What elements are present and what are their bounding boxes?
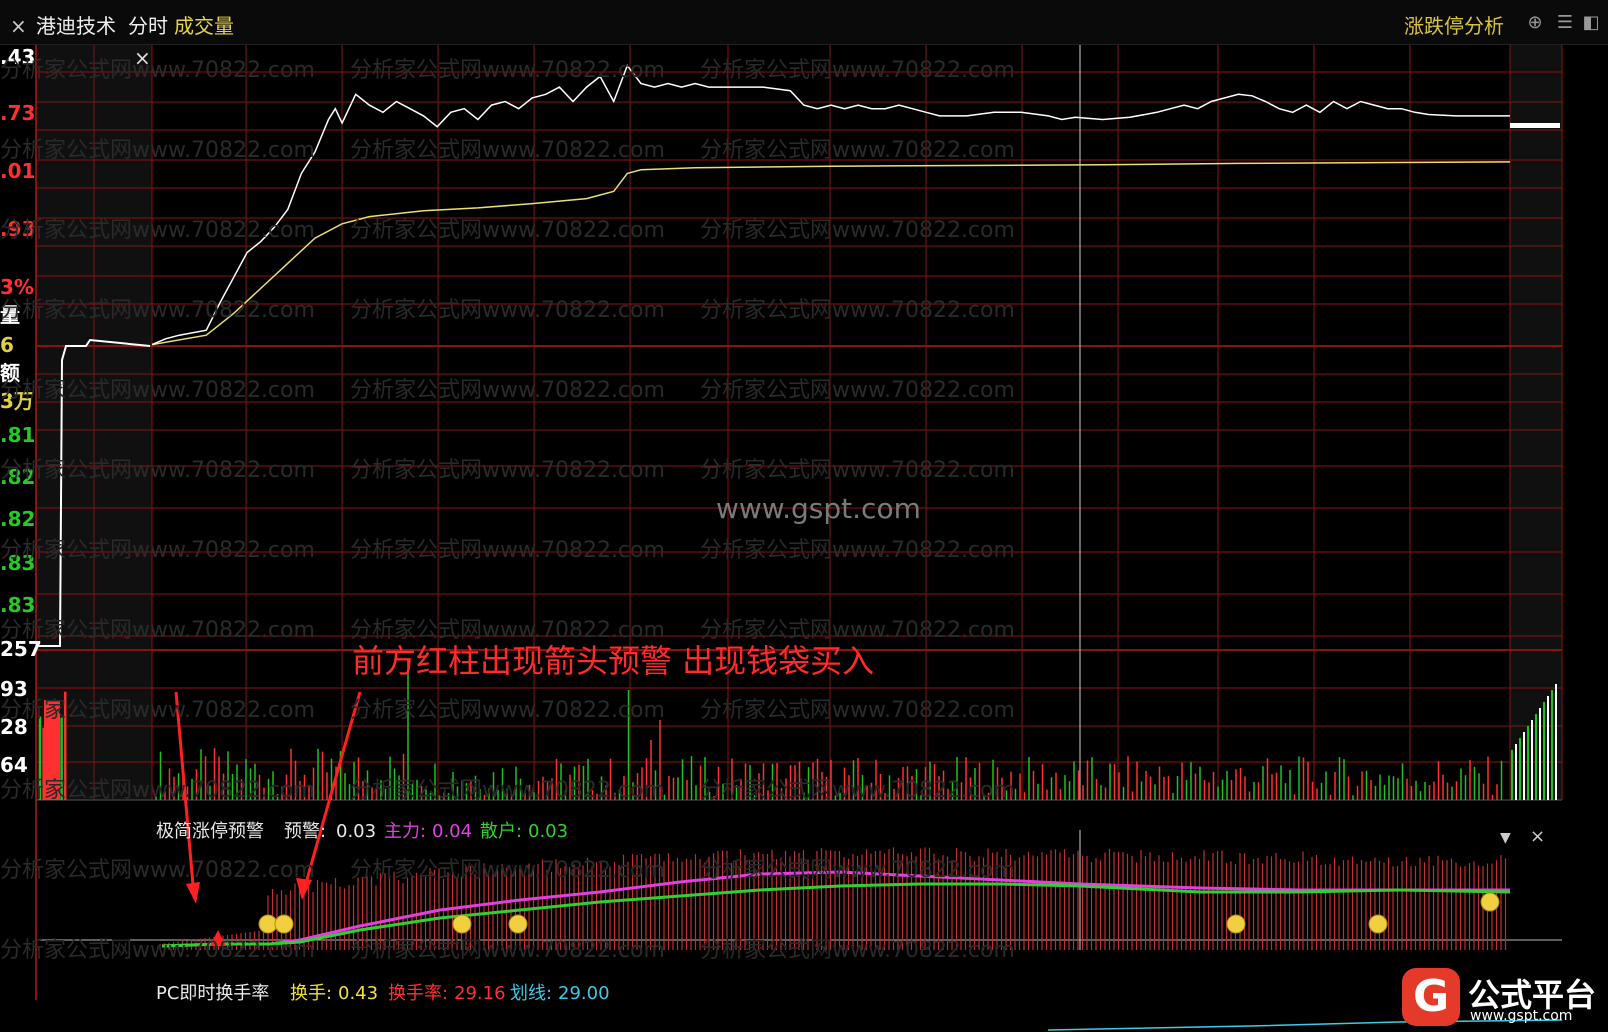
indicator2-line-value: 29.00 (558, 983, 610, 1004)
premarket-volume-block (44, 700, 60, 800)
indicator1-warn-value: 0.03 (336, 821, 377, 842)
axis-label-11: .82 (0, 507, 36, 531)
money-bag-icon-6 (1480, 892, 1500, 912)
indicator2-turnover-label: 换手: (290, 983, 333, 1004)
annotation-arrow-right (302, 691, 362, 891)
indicator1-retail-value: 0.03 (528, 821, 569, 842)
axis-label-17: 64 (0, 753, 28, 777)
axis-label-4: 3% (0, 275, 34, 299)
axis-label-16: 28 (0, 715, 28, 739)
money-bag-icon-0 (258, 914, 278, 934)
axis-label-15: 93 (0, 677, 28, 701)
close-indicator-button[interactable]: × (1530, 826, 1545, 847)
indicator2-turnover-value: 0.43 (338, 983, 379, 1004)
annotation-text: 前方红柱出现箭头预警 出现钱袋买入 (352, 642, 875, 680)
axis-label-7: 额 (0, 361, 20, 385)
stock-name: 港迪技术 (36, 14, 116, 38)
menu-icon[interactable]: ☰ (1554, 12, 1576, 34)
annotation-arrowhead-left (186, 882, 200, 904)
axis-label-5: 量 (0, 303, 20, 327)
axis-label-9: .81 (0, 423, 36, 447)
axis-label-6: 6 (0, 333, 14, 357)
limit-analysis-link[interactable]: 涨跌停分析 (1404, 14, 1504, 38)
upload-icon[interactable]: ⊕ (1524, 12, 1546, 34)
price-line (151, 64, 1510, 346)
center-watermark: www.gspt.com (716, 492, 921, 525)
close-overlay-button[interactable]: × (134, 46, 151, 70)
indicator2-line-label: 划线: (510, 983, 553, 1004)
axis-label-2: .01 (0, 159, 36, 183)
indicator2-name: PC即时换手率 (156, 983, 270, 1004)
money-bag-icon-5 (1368, 914, 1388, 934)
axis-label-13: .83 (0, 593, 36, 617)
indicator2-rate-value: 29.16 (454, 983, 506, 1004)
postmarket-panel (1510, 44, 1562, 800)
money-bag-icon-4 (1226, 914, 1246, 934)
axis-label-1: .73 (0, 101, 36, 125)
indicator1-retail-label: 散户: (480, 821, 523, 842)
tab-time-share[interactable]: 分时 (128, 14, 168, 38)
axis-label-14: 257 (0, 637, 42, 661)
axis-label-10: .82 (0, 465, 36, 489)
logo-url: www.gspt.com (1470, 1008, 1573, 1024)
axis-label-8: 3万 (0, 389, 34, 413)
tab-volume[interactable]: 成交量 (174, 14, 234, 38)
indicator1-name: 极简涨停预警 (156, 821, 264, 842)
money-bag-icon-2 (452, 914, 472, 934)
money-bag-icon-1 (274, 914, 294, 934)
axis-label-3: .93 (0, 217, 36, 241)
close-chart-button[interactable]: × (10, 14, 27, 38)
indicator2-rate-label: 换手率: (388, 983, 449, 1004)
title-bar: × 港迪技术 分时 成交量 涨跌停分析 ⊕ ☰ ◧ (0, 0, 1608, 45)
indicator1-warn-label: 预警: (284, 821, 327, 842)
dropdown-icon[interactable]: ▼ (1500, 830, 1511, 846)
warning-arrow-icon (210, 930, 226, 946)
axis-label-12: .83 (0, 551, 36, 575)
money-bag-icon-3 (508, 914, 528, 934)
indicator1-main-label: 主力: (384, 821, 427, 842)
panel-toggle-icon[interactable]: ◧ (1580, 12, 1602, 34)
axis-label-0: .43 (0, 45, 36, 69)
logo-g-icon: G (1402, 968, 1460, 1026)
postmarket-price-marker (1510, 123, 1560, 128)
avg-price-line (151, 161, 1511, 346)
indicator1-main-value: 0.04 (432, 821, 473, 842)
gspt-logo: G 公式平台 www.gspt.com (1402, 968, 1598, 1028)
